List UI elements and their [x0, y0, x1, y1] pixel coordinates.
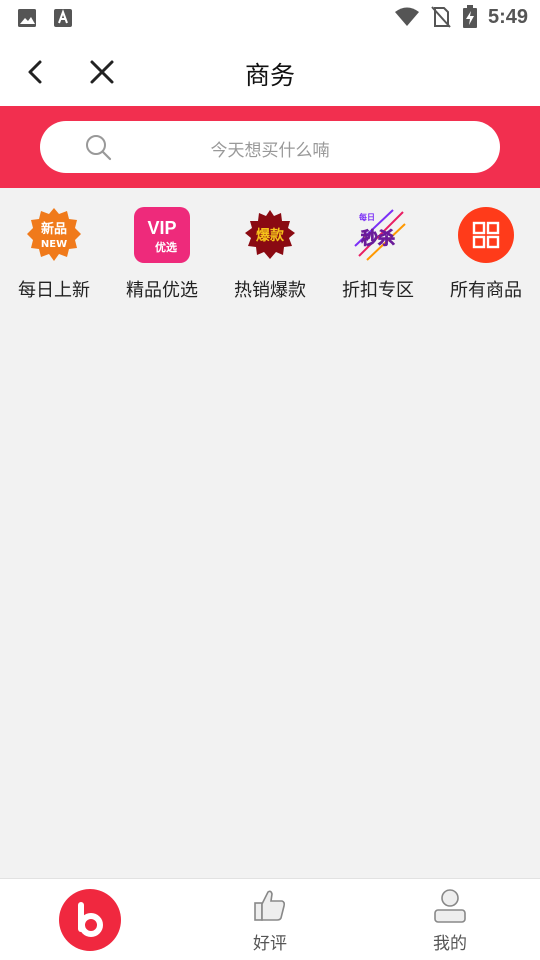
status-time: 5:49 [487, 5, 528, 28]
battery-charging-icon [462, 5, 477, 28]
category-label: 每日上新 [18, 280, 90, 301]
profile-icon [434, 889, 466, 923]
search-banner: 今天想买什么喃 [0, 106, 540, 188]
search-input[interactable]: 今天想买什么喃 [40, 121, 500, 173]
hot-sale-text: 爆款 [256, 227, 285, 244]
tab-profile[interactable]: 我的 [360, 879, 540, 960]
tab-label: 好评 [253, 934, 287, 954]
grid-icon [458, 207, 514, 263]
page-title: 商务 [244, 61, 295, 90]
vip-icon: VIP 优选 [134, 207, 190, 263]
new-badge-subtext: NEW [41, 239, 67, 250]
image-icon [18, 9, 36, 27]
category-premium[interactable]: VIP 优选 精品优选 [108, 188, 216, 306]
category-label: 折扣专区 [342, 280, 414, 301]
hot-sale-icon: 爆款 [245, 210, 295, 259]
vip-subtext: 优选 [155, 240, 177, 254]
vip-text: VIP [147, 218, 176, 238]
category-label: 所有商品 [450, 280, 522, 301]
tab-home[interactable] [0, 879, 180, 960]
category-discount[interactable]: 每日 秒杀 折扣专区 [324, 188, 432, 306]
category-label: 精品优选 [126, 280, 198, 301]
bottom-tab-bar: 好评 我的 [0, 878, 540, 960]
new-badge-icon: 新品 NEW [27, 208, 81, 261]
wifi-icon [394, 7, 419, 26]
tab-reviews[interactable]: 好评 [180, 879, 360, 960]
status-bar: 5:49 [0, 0, 540, 36]
flash-sale-text: 秒杀 [361, 228, 395, 249]
category-new-arrivals[interactable]: 新品 NEW 每日上新 [0, 188, 108, 306]
text-a-icon [54, 9, 72, 27]
flash-sale-icon: 每日 秒杀 [354, 209, 406, 261]
tab-label: 我的 [433, 934, 467, 954]
category-all-products[interactable]: 所有商品 [432, 188, 540, 306]
navigation-bar: 商务 [0, 36, 540, 106]
no-sim-icon [431, 6, 451, 28]
brand-logo-icon [59, 889, 121, 951]
thumbs-up-icon [254, 890, 286, 921]
search-placeholder: 今天想买什么喃 [210, 141, 330, 161]
flash-sale-subtext: 每日 [359, 212, 375, 222]
new-badge-text: 新品 [41, 221, 67, 237]
category-hot-sale[interactable]: 爆款 热销爆款 [216, 188, 324, 306]
category-row: 新品 NEW 每日上新 VIP 优选 精品优选 爆款 热销爆款 每日 秒杀 折扣… [0, 188, 540, 306]
category-label: 热销爆款 [234, 280, 306, 301]
